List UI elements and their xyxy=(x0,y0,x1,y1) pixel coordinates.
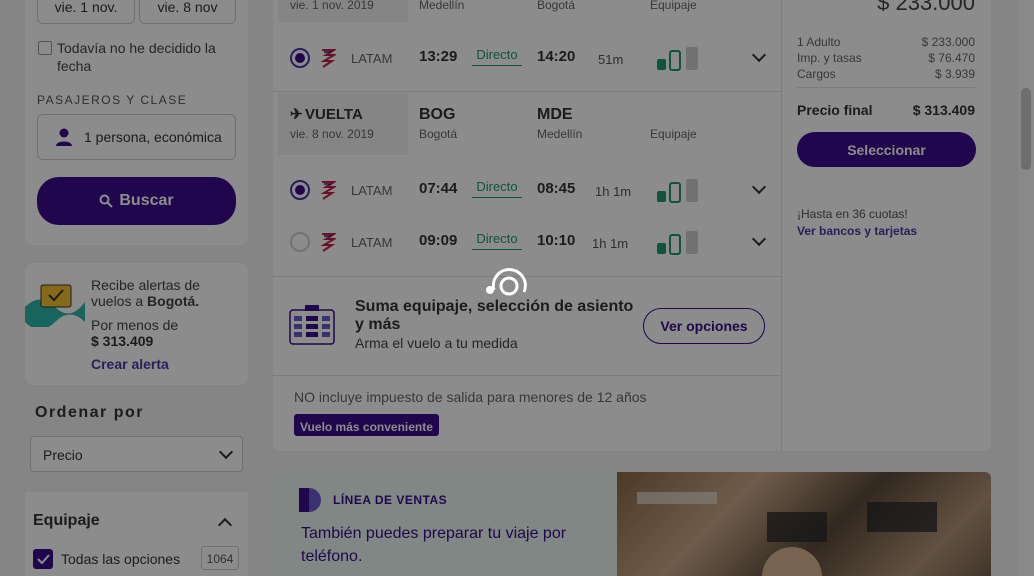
loading-spinner-icon xyxy=(486,268,527,296)
